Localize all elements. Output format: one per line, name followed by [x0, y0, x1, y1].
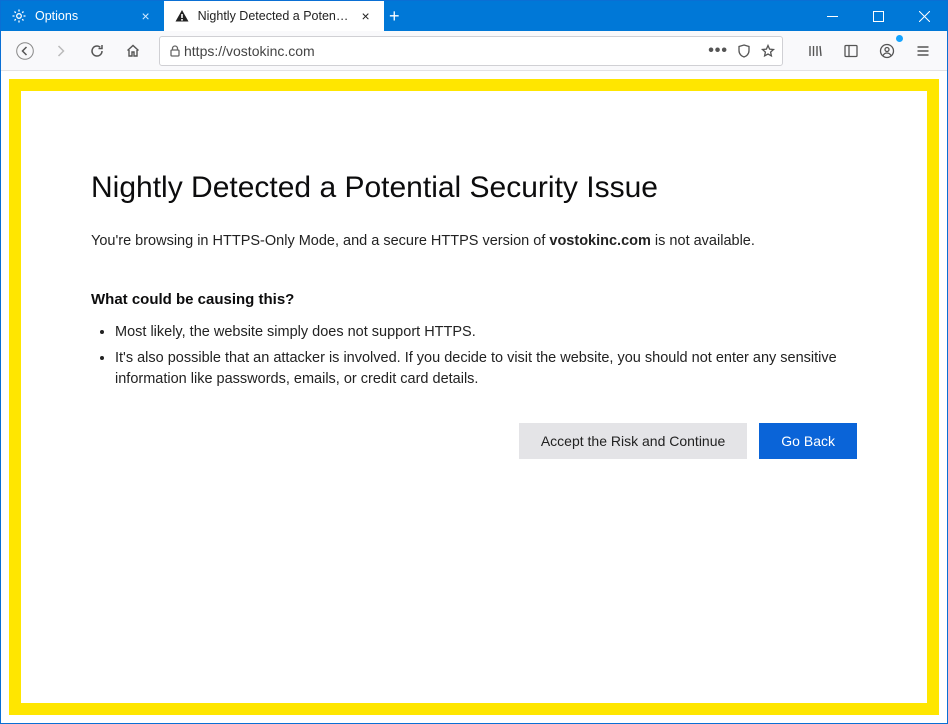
new-tab-button[interactable]: +	[384, 1, 405, 31]
maximize-button[interactable]	[855, 1, 901, 31]
tab-strip: Options × Nightly Detected a Potential S…	[1, 1, 405, 31]
shield-icon[interactable]	[736, 43, 752, 59]
close-tab-icon[interactable]: ×	[358, 8, 374, 24]
tab-title: Nightly Detected a Potential Se	[198, 9, 350, 23]
page-actions-icon[interactable]: •••	[708, 42, 728, 60]
url-input[interactable]	[184, 37, 708, 65]
forward-button[interactable]	[45, 35, 77, 67]
menu-button[interactable]	[907, 35, 939, 67]
page-heading: Nightly Detected a Potential Security Is…	[91, 171, 857, 205]
intro-text: You're browsing in HTTPS-Only Mode, and …	[91, 233, 857, 249]
cause-list: Most likely, the website simply does not…	[91, 322, 857, 389]
cause-heading: What could be causing this?	[91, 291, 857, 308]
reload-button[interactable]	[81, 35, 113, 67]
page-content: Nightly Detected a Potential Security Is…	[1, 71, 947, 723]
library-icon[interactable]	[799, 35, 831, 67]
tab-options[interactable]: Options ×	[1, 1, 164, 31]
nav-toolbar: •••	[1, 31, 947, 71]
button-row: Accept the Risk and Continue Go Back	[91, 423, 857, 459]
list-item: Most likely, the website simply does not…	[115, 322, 857, 342]
bookmark-star-icon[interactable]	[760, 43, 776, 59]
list-item: It's also possible that an attacker is i…	[115, 348, 857, 389]
close-window-button[interactable]	[901, 1, 947, 31]
lock-icon	[166, 44, 184, 58]
sidebar-icon[interactable]	[835, 35, 867, 67]
go-back-button[interactable]: Go Back	[759, 423, 857, 459]
warning-icon	[174, 8, 190, 24]
tab-warning[interactable]: Nightly Detected a Potential Se ×	[164, 1, 384, 31]
warning-frame: Nightly Detected a Potential Security Is…	[9, 79, 939, 715]
url-bar[interactable]: •••	[159, 36, 783, 66]
accept-risk-button[interactable]: Accept the Risk and Continue	[519, 423, 747, 459]
home-button[interactable]	[117, 35, 149, 67]
tab-title: Options	[35, 9, 130, 23]
minimize-button[interactable]	[809, 1, 855, 31]
titlebar: Options × Nightly Detected a Potential S…	[1, 1, 947, 31]
account-icon[interactable]	[871, 35, 903, 67]
back-button[interactable]	[9, 35, 41, 67]
gear-icon	[11, 8, 27, 24]
close-tab-icon[interactable]: ×	[138, 8, 154, 24]
